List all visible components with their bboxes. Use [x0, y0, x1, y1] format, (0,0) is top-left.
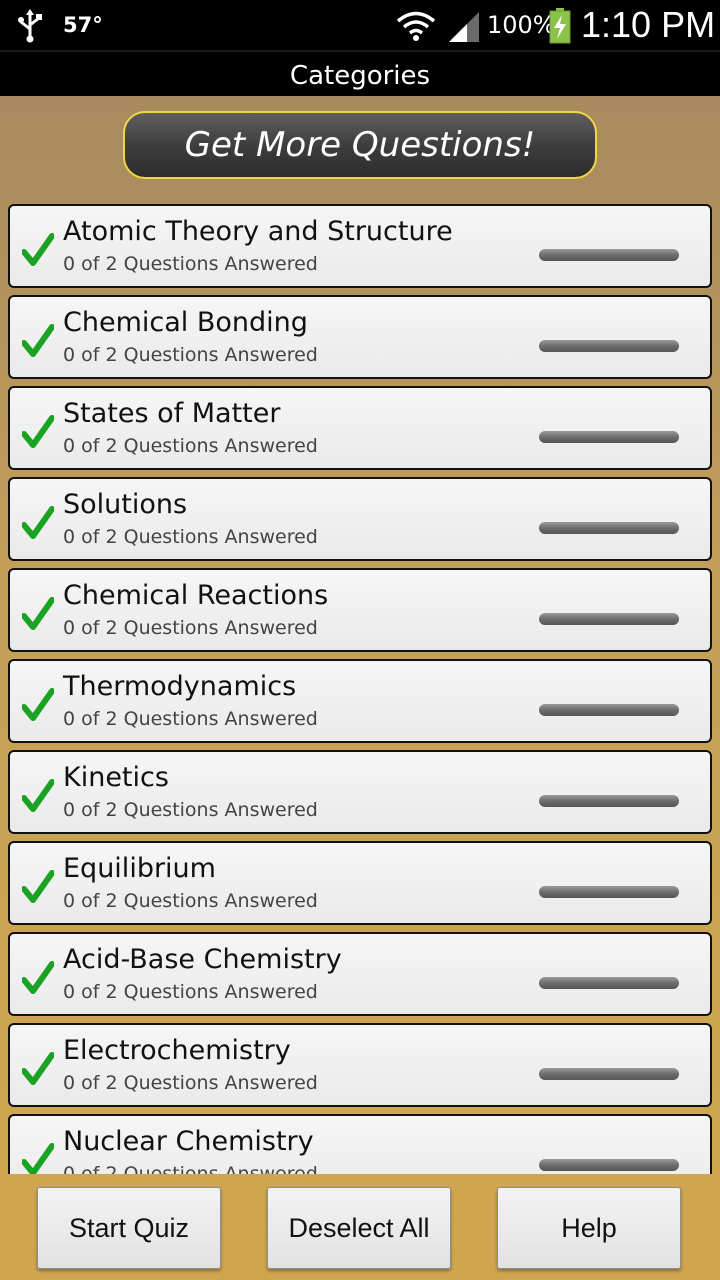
start-quiz-button[interactable]: Start Quiz	[37, 1187, 221, 1269]
category-progress-bar	[539, 249, 679, 261]
category-row[interactable]: Atomic Theory and Structure 0 of 2 Questi…	[8, 204, 712, 288]
checkmark-icon[interactable]	[22, 233, 54, 267]
category-progress-bar	[539, 886, 679, 898]
get-more-questions-button[interactable]: Get More Questions!	[123, 111, 597, 179]
category-progress-bar	[539, 340, 679, 352]
checkmark-icon[interactable]	[22, 870, 54, 904]
bottom-button-bar: Start Quiz Deselect All Help	[0, 1174, 720, 1280]
category-row[interactable]: Acid-Base Chemistry 0 of 2 Questions Answ…	[8, 932, 712, 1016]
category-row[interactable]: Electrochemistry 0 of 2 Questions Answere…	[8, 1023, 712, 1107]
category-progress-bar	[539, 977, 679, 989]
category-progress-bar	[539, 431, 679, 443]
checkmark-icon[interactable]	[22, 688, 54, 722]
category-progress-text: 0 of 2 Questions Answered	[63, 799, 318, 821]
category-content: Get More Questions! Atomic Theory and St…	[0, 96, 720, 1174]
category-progress-text: 0 of 2 Questions Answered	[63, 253, 318, 275]
category-progress-text: 0 of 2 Questions Answered	[63, 981, 318, 1003]
help-button[interactable]: Help	[497, 1187, 681, 1269]
category-row[interactable]: Nuclear Chemistry 0 of 2 Questions Answer…	[8, 1114, 712, 1174]
category-title: Electrochemistry	[63, 1035, 291, 1066]
category-list[interactable]: Atomic Theory and Structure 0 of 2 Questi…	[8, 204, 712, 1174]
usb-icon	[18, 9, 42, 43]
temperature-text: 57°	[63, 13, 103, 37]
category-progress-bar	[539, 704, 679, 716]
category-title: Kinetics	[63, 762, 169, 793]
category-title: Chemical Bonding	[63, 307, 308, 338]
deselect-all-button[interactable]: Deselect All	[267, 1187, 451, 1269]
category-title: Chemical Reactions	[63, 580, 329, 611]
category-progress-bar	[539, 795, 679, 807]
checkmark-icon[interactable]	[22, 415, 54, 449]
category-progress-text: 0 of 2 Questions Answered	[63, 1072, 318, 1094]
wifi-icon	[396, 11, 436, 41]
category-progress-bar	[539, 613, 679, 625]
status-bar: 57° 100% 1:10 PM	[0, 0, 720, 50]
category-row[interactable]: States of Matter 0 of 2 Questions Answere…	[8, 386, 712, 470]
category-progress-text: 0 of 2 Questions Answered	[63, 890, 318, 912]
checkmark-icon[interactable]	[22, 324, 54, 358]
category-progress-text: 0 of 2 Questions Answered	[63, 344, 318, 366]
category-row[interactable]: Equilibrium 0 of 2 Questions Answered	[8, 841, 712, 925]
category-title: Nuclear Chemistry	[63, 1126, 314, 1157]
category-row[interactable]: Chemical Reactions 0 of 2 Questions Answe…	[8, 568, 712, 652]
checkmark-icon[interactable]	[22, 506, 54, 540]
category-row[interactable]: Chemical Bonding 0 of 2 Questions Answere…	[8, 295, 712, 379]
category-progress-text: 0 of 2 Questions Answered	[63, 526, 318, 548]
checkmark-icon[interactable]	[22, 1052, 54, 1086]
battery-charging-icon	[549, 8, 571, 44]
category-progress-bar	[539, 1159, 679, 1171]
category-title: Equilibrium	[63, 853, 216, 884]
page-title: Categories	[0, 50, 720, 98]
checkmark-icon[interactable]	[22, 597, 54, 631]
clock-text: 1:10 PM	[581, 4, 716, 45]
checkmark-icon[interactable]	[22, 1143, 54, 1174]
category-title: Atomic Theory and Structure	[63, 216, 453, 247]
category-progress-text: 0 of 2 Questions Answered	[63, 435, 318, 457]
category-row[interactable]: Thermodynamics 0 of 2 Questions Answered	[8, 659, 712, 743]
category-progress-text: 0 of 2 Questions Answered	[63, 617, 318, 639]
category-title: Solutions	[63, 489, 188, 520]
category-progress-text: 0 of 2 Questions Answered	[63, 708, 318, 730]
category-progress-bar	[539, 522, 679, 534]
battery-percent-text: 100%	[487, 11, 556, 39]
checkmark-icon[interactable]	[22, 961, 54, 995]
checkmark-icon[interactable]	[22, 779, 54, 813]
category-row[interactable]: Solutions 0 of 2 Questions Answered	[8, 477, 712, 561]
category-row[interactable]: Kinetics 0 of 2 Questions Answered	[8, 750, 712, 834]
signal-icon	[449, 12, 479, 42]
category-progress-bar	[539, 1068, 679, 1080]
category-progress-text: 0 of 2 Questions Answered	[63, 1163, 318, 1174]
category-title: Thermodynamics	[63, 671, 297, 702]
category-title: Acid-Base Chemistry	[63, 944, 342, 975]
category-title: States of Matter	[63, 398, 281, 429]
